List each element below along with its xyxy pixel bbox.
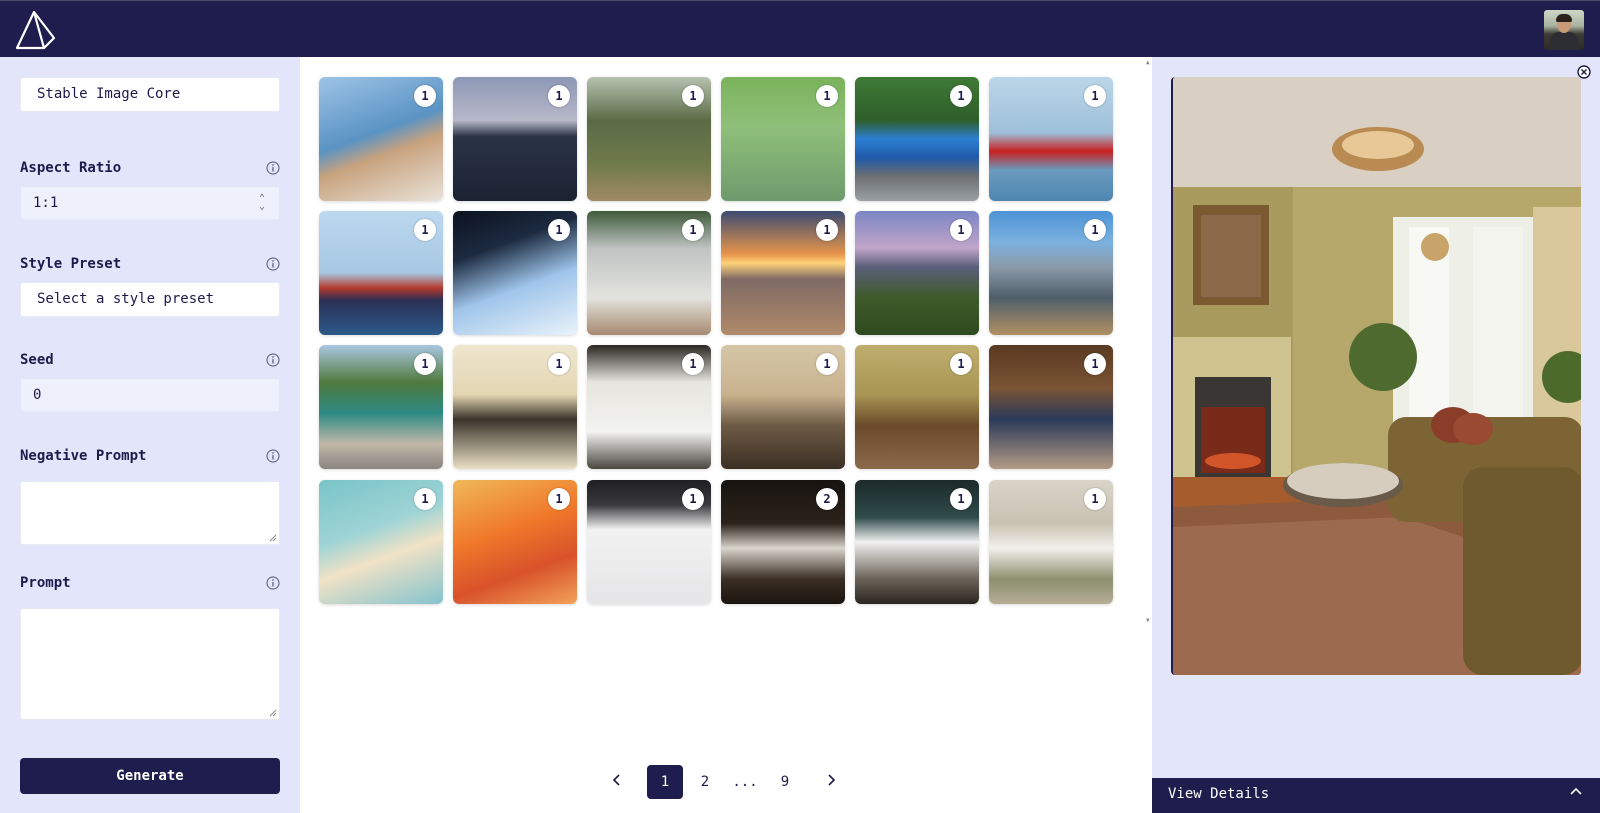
chevron-left-icon — [612, 774, 620, 786]
image-count-badge: 1 — [548, 219, 570, 241]
info-icon[interactable] — [266, 161, 280, 175]
image-count-badge: 1 — [414, 219, 436, 241]
image-count-badge: 1 — [682, 219, 704, 241]
prompt-label: Prompt — [20, 575, 71, 591]
chevron-right-icon — [828, 774, 836, 786]
gallery-thumbnail-cat-outdoor[interactable]: 1 — [989, 480, 1113, 604]
preview-image[interactable] — [1171, 77, 1581, 675]
image-count-badge: 1 — [682, 85, 704, 107]
gallery-thumbnail-kitchen[interactable]: 1 — [453, 345, 577, 469]
image-count-badge: 1 — [816, 219, 838, 241]
image-count-badge: 1 — [1084, 353, 1106, 375]
gallery-thumbnail-bus-shelter[interactable]: 1 — [587, 211, 711, 335]
gallery-thumbnail-living-room[interactable]: 1 — [721, 345, 845, 469]
image-count-badge: 1 — [548, 488, 570, 510]
negative-prompt-label: Negative Prompt — [20, 448, 147, 464]
seed-input[interactable]: 0 — [20, 378, 280, 412]
gallery-thumbnail-lake-dusk[interactable]: 1 — [453, 77, 577, 201]
image-count-badge: 1 — [548, 353, 570, 375]
image-count-badge: 1 — [816, 85, 838, 107]
aspect-ratio-select[interactable]: 1:1 ⌃ ⌄ — [20, 186, 280, 220]
resize-handle-icon[interactable] — [269, 709, 277, 717]
image-count-badge: 1 — [1084, 488, 1106, 510]
prism-logo-icon[interactable] — [14, 10, 56, 50]
gallery-thumbnail-balcony-sea-view[interactable]: 1 — [319, 77, 443, 201]
pagination-prev-button[interactable] — [602, 765, 632, 799]
gallery-thumbnail-spaceship-earth[interactable]: 1 — [453, 211, 577, 335]
gallery-thumbnail-street-bus-stop[interactable]: 1 — [319, 345, 443, 469]
gallery-thumbnail-cat-rock[interactable]: 1 — [855, 480, 979, 604]
image-count-badge: 1 — [414, 353, 436, 375]
image-count-badge: 2 — [816, 488, 838, 510]
pagination-ellipsis: ... — [732, 774, 758, 790]
pagination-page-2[interactable]: 2 — [690, 765, 720, 799]
image-count-badge: 1 — [1084, 85, 1106, 107]
scroll-up-arrow-icon[interactable]: ▲ — [1146, 59, 1150, 66]
info-icon[interactable] — [266, 257, 280, 271]
living-room-image — [1173, 77, 1581, 675]
user-avatar[interactable] — [1544, 10, 1584, 50]
gallery-thumbnail-two-white-cats[interactable]: 1 — [587, 480, 711, 604]
image-count-badge: 1 — [950, 488, 972, 510]
gallery-thumbnail-forest-path[interactable]: 1 — [587, 77, 711, 201]
gallery-thumbnail-cargo-ship[interactable]: 1 — [319, 211, 443, 335]
gallery-thumbnail-rice-field[interactable]: 1 — [721, 77, 845, 201]
scroll-down-arrow-icon[interactable]: ▼ — [1146, 617, 1150, 624]
gallery-thumbnail-paper-planes-sky[interactable]: 1 — [319, 480, 443, 604]
view-details-bar[interactable]: View Details — [1152, 778, 1600, 813]
gallery-thumbnail-paper-planes-clouds[interactable]: 1 — [453, 480, 577, 604]
view-details-label: View Details — [1168, 786, 1270, 802]
info-icon[interactable] — [266, 576, 280, 590]
settings-sidebar: Stable Image Core Aspect Ratio 1:1 ⌃ ⌄ St… — [0, 57, 300, 813]
image-count-badge: 1 — [682, 488, 704, 510]
select-chevron-icon: ⌃ ⌄ — [258, 193, 265, 212]
info-icon[interactable] — [266, 353, 280, 367]
prompt-textarea[interactable] — [20, 608, 280, 720]
image-count-badge: 1 — [950, 85, 972, 107]
image-count-badge: 1 — [950, 219, 972, 241]
info-icon[interactable] — [266, 449, 280, 463]
model-select[interactable]: Stable Image Core — [20, 77, 280, 112]
gallery-thumbnail-mountain-valley[interactable]: 1 — [855, 211, 979, 335]
gallery-thumbnail-blue-bus[interactable]: 1 — [855, 77, 979, 201]
image-count-badge: 1 — [414, 488, 436, 510]
image-count-badge: 1 — [414, 85, 436, 107]
gallery-thumbnail-red-boat[interactable]: 1 — [989, 77, 1113, 201]
aspect-ratio-label: Aspect Ratio — [20, 160, 122, 176]
aspect-ratio-value: 1:1 — [33, 195, 59, 211]
pagination-page-1[interactable]: 1 — [647, 765, 683, 799]
gallery-thumbnail-mountain-peak[interactable]: 1 — [989, 211, 1113, 335]
resize-handle-icon[interactable] — [269, 534, 277, 542]
gallery-thumbnail-modern-kitchen[interactable]: 1 — [587, 345, 711, 469]
top-bar — [0, 0, 1600, 57]
gallery-thumbnail-cat-dark[interactable]: 2 — [721, 480, 845, 604]
seed-label: Seed — [20, 352, 54, 368]
image-count-badge: 1 — [1084, 219, 1106, 241]
image-count-badge: 1 — [548, 85, 570, 107]
image-count-badge: 1 — [682, 353, 704, 375]
image-count-badge: 1 — [950, 353, 972, 375]
gallery-thumbnail-beach-sunset[interactable]: 1 — [721, 211, 845, 335]
pagination-page-9[interactable]: 9 — [770, 765, 800, 799]
gallery-thumbnail-luxury-lounge[interactable]: 1 — [989, 345, 1113, 469]
style-preset-select[interactable]: Select a style preset — [20, 282, 280, 317]
style-preset-label: Style Preset — [20, 256, 122, 272]
pagination-next-button[interactable] — [816, 765, 846, 799]
gallery-thumbnail-classic-living-room[interactable]: 1 — [855, 345, 979, 469]
chevron-up-icon — [1570, 787, 1582, 795]
generate-button[interactable]: Generate — [20, 758, 280, 794]
image-count-badge: 1 — [816, 353, 838, 375]
negative-prompt-textarea[interactable] — [20, 481, 280, 545]
